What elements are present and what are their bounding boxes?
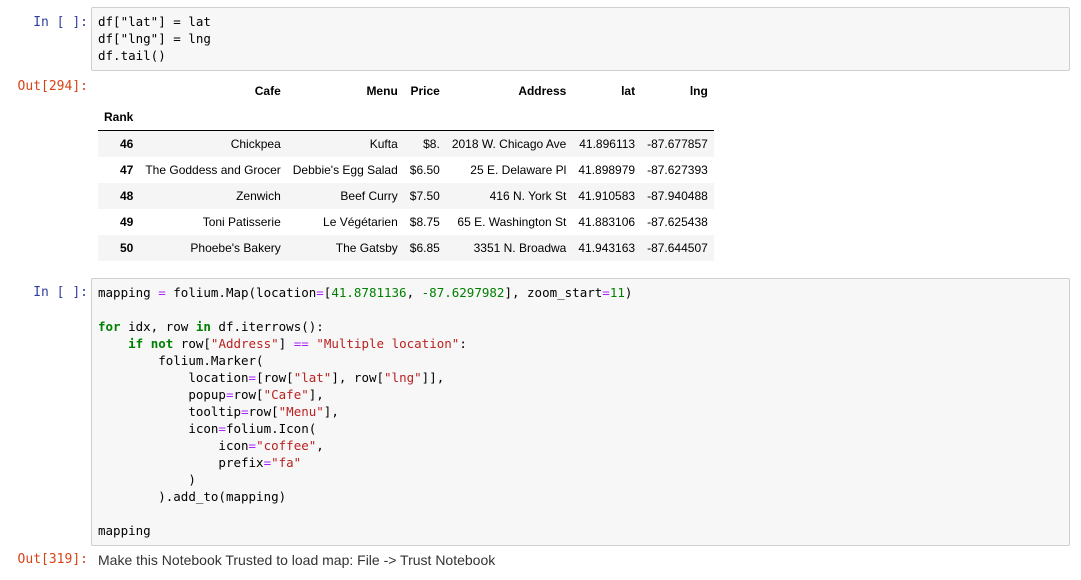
table-row: 46 Chickpea Kufta $8. 2018 W. Chicago Av… <box>98 130 714 157</box>
row-index: 46 <box>119 137 134 151</box>
cell-lng: -87.625438 <box>647 215 708 229</box>
cell-lat: 41.883106 <box>578 215 636 229</box>
column-header: Price <box>410 84 440 98</box>
cell-menu: Kufta <box>369 137 398 151</box>
cell-price: $8.75 <box>409 215 440 229</box>
code-line-1: df["lat"] = lat <box>98 14 211 29</box>
cell-price: $7.50 <box>409 189 440 203</box>
cell-cafe: Phoebe's Bakery <box>190 241 281 255</box>
index-name: Rank <box>98 104 140 131</box>
column-header: Cafe <box>254 84 281 98</box>
cell-lat: 41.943163 <box>578 241 636 255</box>
cell2-code: mapping = folium.Map(location=[41.878113… <box>98 285 633 538</box>
table-corner <box>98 78 139 104</box>
cell-price: $6.85 <box>409 241 440 255</box>
table-row: 50 Phoebe's Bakery The Gatsby $6.85 3351… <box>98 235 714 261</box>
cell2-code-input[interactable]: mapping = folium.Map(location=[41.878113… <box>91 278 1070 546</box>
cell-lng: -87.940488 <box>647 189 708 203</box>
cell-menu: Le Végétarien <box>323 215 398 229</box>
cell-lng: -87.644507 <box>647 241 708 255</box>
column-header: Address <box>518 84 567 98</box>
table-row: 48 Zenwich Beef Curry $7.50 416 N. York … <box>98 183 714 209</box>
cell-cafe: The Goddess and Grocer <box>145 163 281 177</box>
cell-cafe: Toni Patisserie <box>202 215 281 229</box>
dataframe-table: Cafe Menu Price Address lat lng Rank 46 … <box>98 78 714 261</box>
cell-lng: -87.677857 <box>647 137 708 151</box>
row-index: 47 <box>119 163 134 177</box>
cell-cafe: Chickpea <box>230 137 281 151</box>
row-index: 49 <box>119 215 134 229</box>
column-header: lat <box>621 84 636 98</box>
table-row: 49 Toni Patisserie Le Végétarien $8.75 6… <box>98 209 714 235</box>
cell-lng: -87.627393 <box>647 163 708 177</box>
cell1-out-prompt: Out[294]: <box>17 79 88 94</box>
cell-address: 25 E. Delaware Pl <box>470 163 567 177</box>
cell-address: 3351 N. Broadwa <box>473 241 567 255</box>
table-header-row: Cafe Menu Price Address lat lng <box>98 78 714 104</box>
column-header: lng <box>689 84 708 98</box>
cell2-in-prompt: In [ ]: <box>33 285 88 300</box>
cell-lat: 41.896113 <box>579 137 636 151</box>
cell-price: $6.50 <box>409 163 440 177</box>
trust-notebook-message: Make this Notebook Trusted to load map: … <box>98 552 496 568</box>
cell-cafe: Zenwich <box>236 189 281 203</box>
cell-menu: The Gatsby <box>335 241 398 255</box>
cell-lat: 41.898979 <box>578 163 636 177</box>
cell1-code-input[interactable]: df["lat"] = lat df["lng"] = lng df.tail(… <box>91 7 1070 71</box>
code-line-2: df["lng"] = lng <box>98 31 211 46</box>
table-row: 47 The Goddess and Grocer Debbie's Egg S… <box>98 157 714 183</box>
cell-address: 2018 W. Chicago Ave <box>451 137 567 151</box>
cell1-in-prompt: In [ ]: <box>33 15 88 30</box>
column-header: Menu <box>366 84 398 98</box>
cell-lat: 41.910583 <box>578 189 636 203</box>
cell-address: 65 E. Washington St <box>457 215 567 229</box>
cell1-code: df["lat"] = lat df["lng"] = lng df.tail(… <box>98 13 1063 64</box>
row-index: 50 <box>119 241 134 255</box>
cell-menu: Debbie's Egg Salad <box>292 163 398 177</box>
cell-menu: Beef Curry <box>340 189 398 203</box>
table-index-name-row: Rank <box>98 104 714 131</box>
cell-price: $8. <box>423 137 440 151</box>
cell-address: 416 N. York St <box>489 189 567 203</box>
code-line-3: df.tail() <box>98 48 166 63</box>
cell2-out-prompt: Out[319]: <box>17 552 88 567</box>
row-index: 48 <box>119 189 134 203</box>
